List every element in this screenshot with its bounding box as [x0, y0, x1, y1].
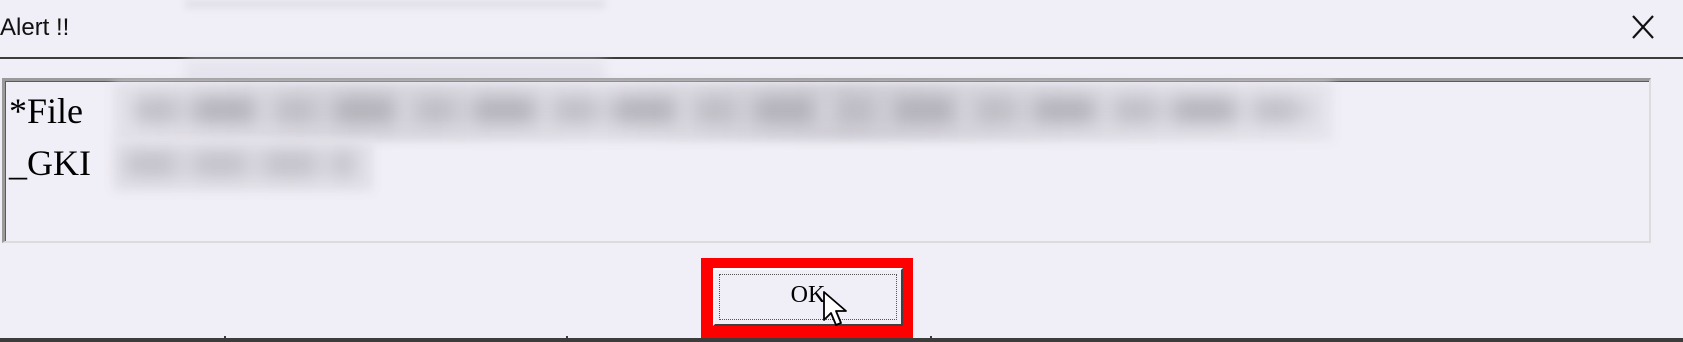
message-line-2: _GKI	[9, 143, 91, 183]
title-bar: Alert !!	[0, 0, 1683, 58]
divider	[566, 336, 568, 342]
dialog-title: Alert !!	[0, 14, 70, 41]
mouse-cursor-icon	[823, 291, 847, 326]
alert-dialog: Alert !! *File _GKI OK	[0, 0, 1683, 342]
divider	[930, 336, 932, 342]
message-text: *File _GKI	[9, 85, 91, 189]
message-line-1: *File	[9, 91, 84, 131]
title-divider	[0, 57, 1683, 59]
message-area: *File _GKI	[2, 78, 1651, 243]
ok-button[interactable]: OK	[713, 268, 903, 326]
divider	[224, 336, 226, 342]
redacted-text	[135, 97, 1315, 123]
ok-button-label: OK	[790, 282, 826, 308]
close-icon	[1632, 15, 1654, 39]
redacted-text	[125, 151, 355, 177]
close-button[interactable]	[1621, 8, 1665, 48]
bottom-border	[0, 338, 1683, 342]
